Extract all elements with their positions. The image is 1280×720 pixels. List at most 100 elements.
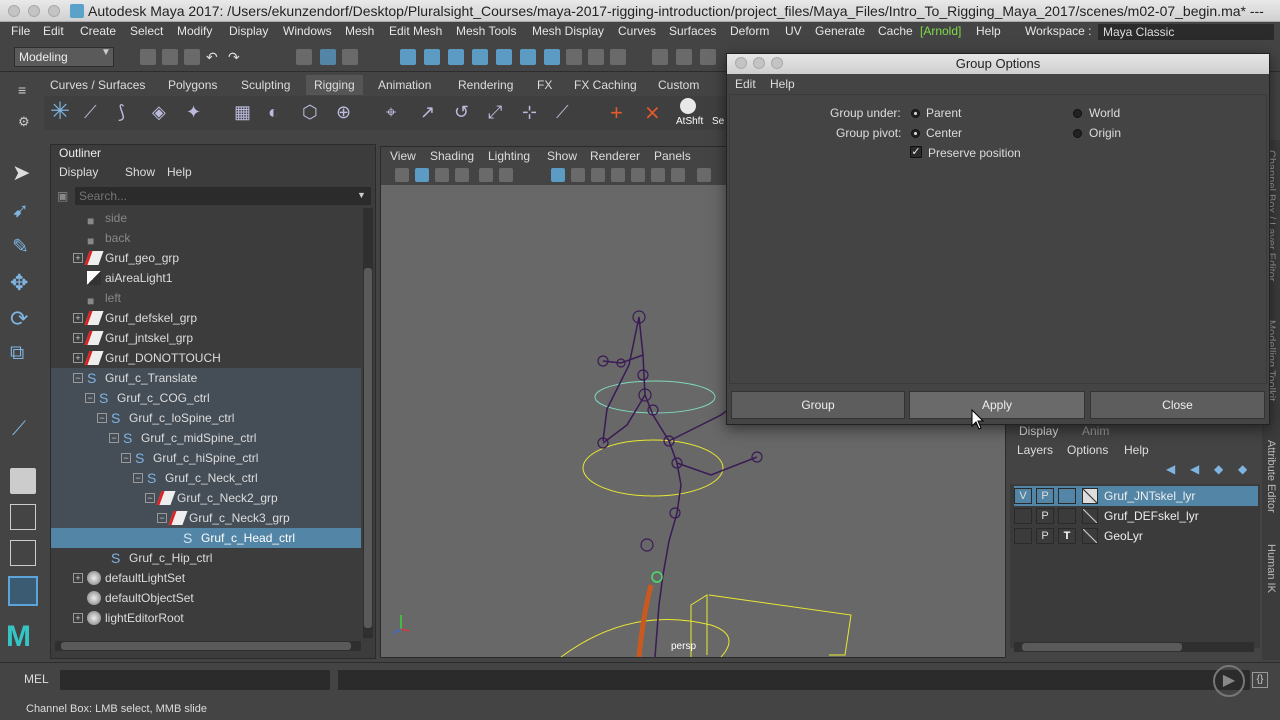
outliner-item-gruf-c-neck2-grp[interactable]: − Gruf_c_Neck2_grp: [51, 488, 361, 508]
lattice-icon[interactable]: ▦: [234, 102, 251, 123]
layer-color-swatch[interactable]: [1082, 488, 1098, 504]
outliner-item-left[interactable]: ■ left: [51, 288, 361, 308]
menu-mesh[interactable]: Mesh: [345, 24, 374, 38]
menu-edit-mesh[interactable]: Edit Mesh: [389, 24, 442, 38]
layer-menu-help[interactable]: Help: [1124, 443, 1149, 457]
wrap-icon[interactable]: ⬡: [302, 102, 318, 123]
collapse-icon[interactable]: −: [109, 433, 119, 443]
outliner-item-gruf-c-midspine-ctrl[interactable]: − S Gruf_c_midSpine_ctrl: [51, 428, 361, 448]
shelf-tab-animation[interactable]: Animation: [378, 78, 431, 92]
group-pivot-center-label[interactable]: Center: [926, 126, 962, 140]
gear-icon[interactable]: ⚙: [18, 114, 30, 130]
viewport-menu-shading[interactable]: Shading: [430, 149, 474, 163]
single-pane-layout-icon[interactable]: [10, 468, 36, 494]
outliner-menu-help[interactable]: Help: [167, 165, 192, 179]
snap-curve-icon[interactable]: [424, 49, 440, 65]
outliner-item-side[interactable]: ■ side: [51, 208, 361, 228]
isolate-icon[interactable]: [671, 168, 685, 182]
expand-icon[interactable]: +: [73, 613, 83, 623]
ipr-render-icon[interactable]: [676, 49, 692, 65]
paint-weights-icon[interactable]: ✦: [186, 102, 201, 123]
dialog-menu-help[interactable]: Help: [770, 77, 795, 91]
menu-cache[interactable]: Cache: [878, 24, 913, 38]
camera-attr-icon[interactable]: [415, 168, 429, 182]
select-object-icon[interactable]: [320, 49, 336, 65]
expand-icon[interactable]: +: [73, 573, 83, 583]
menu-surfaces[interactable]: Surfaces: [669, 24, 716, 38]
layer-tab-display[interactable]: Display: [1019, 424, 1058, 438]
outliner-item-gruf-c-hip-ctrl[interactable]: S Gruf_c_Hip_ctrl: [51, 548, 361, 568]
layer-row[interactable]: P T GeoLyr: [1014, 526, 1258, 546]
input-output-icon[interactable]: [610, 49, 626, 65]
layer-color-swatch[interactable]: [1082, 528, 1098, 544]
save-scene-icon[interactable]: [184, 49, 200, 65]
menu-edit[interactable]: Edit: [43, 24, 64, 38]
viewport-menu-show[interactable]: Show: [547, 149, 577, 163]
viewport-menu-view[interactable]: View: [390, 149, 416, 163]
menu-help[interactable]: Help: [976, 24, 1001, 38]
outliner-hscrollbar[interactable]: [55, 641, 361, 651]
search-filter-icon[interactable]: ▣: [57, 189, 68, 203]
group-button[interactable]: Group: [731, 391, 905, 419]
menu-mesh-tools[interactable]: Mesh Tools: [456, 24, 516, 38]
scrollbar-thumb[interactable]: [364, 268, 372, 628]
menu-create[interactable]: Create: [80, 24, 116, 38]
outliner-item-aiarealight1[interactable]: aiAreaLight1: [51, 268, 361, 288]
outliner-item-gruf-c-neck3-grp[interactable]: − Gruf_c_Neck3_grp: [51, 508, 361, 528]
layer-display-type-toggle[interactable]: [1058, 508, 1076, 524]
menu-arnold[interactable]: [Arnold]: [920, 24, 961, 38]
outliner-item-defaultobjectset[interactable]: defaultObjectSet: [51, 588, 361, 608]
scrollbar-thumb[interactable]: [1022, 643, 1182, 651]
outliner-item-gruf-donottouch[interactable]: + Gruf_DONOTTOUCH: [51, 348, 361, 368]
shelf-tab-rigging[interactable]: Rigging: [306, 75, 363, 95]
bookmark-icon[interactable]: [435, 168, 449, 182]
menu-mesh-display[interactable]: Mesh Display: [532, 24, 604, 38]
dialog-titlebar[interactable]: Group Options: [727, 54, 1269, 74]
menu-modify[interactable]: Modify: [177, 24, 212, 38]
shelf-tab-custom[interactable]: Custom: [658, 78, 699, 92]
move-layer-up-icon[interactable]: ◀: [1166, 462, 1175, 476]
apply-button[interactable]: Apply: [909, 391, 1085, 419]
two-pane-layout-icon[interactable]: [10, 540, 36, 566]
menu-file[interactable]: File: [11, 24, 30, 38]
snap-plane-icon[interactable]: [544, 49, 560, 65]
freeze-transform-icon[interactable]: ⨯: [644, 100, 661, 125]
group-pivot-center-radio[interactable]: [911, 129, 920, 138]
collapse-icon[interactable]: −: [97, 413, 107, 423]
chevron-down-icon[interactable]: ▼: [357, 190, 366, 200]
shelf-tab-curves-surfaces[interactable]: Curves / Surfaces: [50, 78, 145, 92]
parent-constraint-icon[interactable]: ⊹: [522, 102, 537, 123]
expand-icon[interactable]: +: [73, 313, 83, 323]
wireframe-icon[interactable]: [551, 168, 565, 182]
undo-icon[interactable]: ↶: [206, 49, 222, 65]
group-under-world-radio[interactable]: [1073, 109, 1082, 118]
collapse-icon[interactable]: −: [157, 513, 167, 523]
render-settings-icon[interactable]: [700, 49, 716, 65]
group-under-parent-label[interactable]: Parent: [926, 106, 961, 120]
dialog-menu-edit[interactable]: Edit: [735, 77, 756, 91]
command-language-toggle[interactable]: MEL: [24, 672, 49, 686]
layer-visibility-toggle[interactable]: [1014, 528, 1032, 544]
snap-vertex-icon[interactable]: [520, 49, 536, 65]
menu-deform[interactable]: Deform: [730, 24, 769, 38]
lasso-tool-icon[interactable]: ➹: [12, 198, 29, 223]
new-layer-selected-icon[interactable]: ◆: [1214, 462, 1223, 476]
outliner-item-gruf-c-translate[interactable]: − S Gruf_c_Translate: [51, 368, 361, 388]
layer-menu-options[interactable]: Options: [1067, 443, 1108, 457]
outliner-item-gruf-c-lospine-ctrl[interactable]: − S Gruf_c_loSpine_ctrl: [51, 408, 361, 428]
shelf-tab-polygons[interactable]: Polygons: [168, 78, 217, 92]
outliner-item-gruf-c-cog-ctrl[interactable]: − S Gruf_c_COG_ctrl: [51, 388, 361, 408]
image-plane-icon[interactable]: [455, 168, 469, 182]
minimize-window-button[interactable]: [28, 5, 40, 17]
layer-playback-toggle[interactable]: P: [1036, 508, 1054, 524]
skin-bind-icon[interactable]: ◈: [152, 102, 166, 123]
expand-icon[interactable]: +: [73, 333, 83, 343]
layer-display-type-toggle[interactable]: T: [1058, 528, 1076, 544]
last-tool-icon[interactable]: ⟋: [12, 418, 26, 441]
layer-visibility-toggle[interactable]: [1014, 508, 1032, 524]
shelf-tab-fx-caching[interactable]: FX Caching: [574, 78, 637, 92]
aim-constraint-icon[interactable]: ↗: [420, 102, 435, 123]
outliner-item-gruf-c-head-ctrl[interactable]: S Gruf_c_Head_ctrl: [51, 528, 361, 548]
shelf-tab-rendering[interactable]: Rendering: [458, 78, 513, 92]
lights-icon[interactable]: [631, 168, 645, 182]
